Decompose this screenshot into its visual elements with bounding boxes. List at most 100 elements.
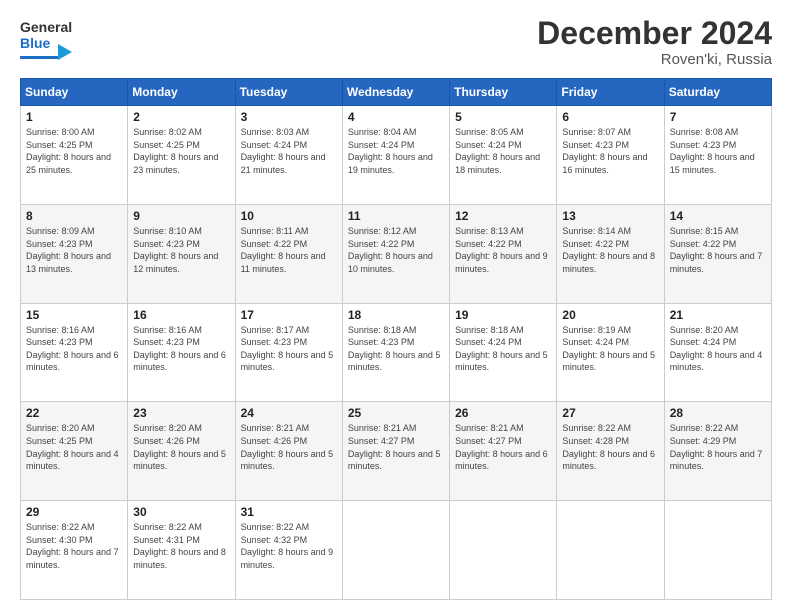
calendar-header-row: Sunday Monday Tuesday Wednesday Thursday… <box>21 79 772 106</box>
cell-sun-info: Sunrise: 8:12 AMSunset: 4:22 PMDaylight:… <box>348 225 444 275</box>
day-number: 8 <box>26 209 122 223</box>
col-tuesday: Tuesday <box>235 79 342 106</box>
table-row: 23Sunrise: 8:20 AMSunset: 4:26 PMDayligh… <box>128 402 235 501</box>
cell-sun-info: Sunrise: 8:22 AMSunset: 4:30 PMDaylight:… <box>26 521 122 571</box>
cell-sun-info: Sunrise: 8:00 AMSunset: 4:25 PMDaylight:… <box>26 126 122 176</box>
cell-sun-info: Sunrise: 8:08 AMSunset: 4:23 PMDaylight:… <box>670 126 766 176</box>
cell-sun-info: Sunrise: 8:07 AMSunset: 4:23 PMDaylight:… <box>562 126 658 176</box>
cell-sun-info: Sunrise: 8:16 AMSunset: 4:23 PMDaylight:… <box>26 324 122 374</box>
table-row: 31 Sunrise: 8:22 AMSunset: 4:32 PMDayligh… <box>235 501 342 600</box>
day-number: 11 <box>348 209 444 223</box>
day-number: 31 <box>241 505 337 519</box>
col-wednesday: Wednesday <box>342 79 449 106</box>
day-number: 7 <box>670 110 766 124</box>
day-number: 30 <box>133 505 229 519</box>
calendar-week-row: 22Sunrise: 8:20 AMSunset: 4:25 PMDayligh… <box>21 402 772 501</box>
table-row: 3Sunrise: 8:03 AMSunset: 4:24 PMDaylight… <box>235 106 342 205</box>
col-monday: Monday <box>128 79 235 106</box>
day-number: 27 <box>562 406 658 420</box>
title-section: December 2024 Roven'ki, Russia <box>537 16 772 68</box>
calendar-table: Sunday Monday Tuesday Wednesday Thursday… <box>20 78 772 600</box>
day-number: 19 <box>455 308 551 322</box>
cell-sun-info: Sunrise: 8:21 AMSunset: 4:27 PMDaylight:… <box>455 422 551 472</box>
cell-sun-info: Sunrise: 8:03 AMSunset: 4:24 PMDaylight:… <box>241 126 337 176</box>
day-number: 28 <box>670 406 766 420</box>
svg-text:Blue: Blue <box>20 35 51 51</box>
table-row: 21 Sunrise: 8:20 AMSunset: 4:24 PMDayligh… <box>664 303 771 402</box>
table-row: 9Sunrise: 8:10 AMSunset: 4:23 PMDaylight… <box>128 204 235 303</box>
table-row: 26 Sunrise: 8:21 AMSunset: 4:27 PMDayligh… <box>450 402 557 501</box>
cell-sun-info: Sunrise: 8:22 AMSunset: 4:32 PMDaylight:… <box>241 521 337 571</box>
cell-sun-info: Sunrise: 8:21 AMSunset: 4:26 PMDaylight:… <box>241 422 337 472</box>
month-title: December 2024 <box>537 16 772 51</box>
cell-sun-info: Sunrise: 8:19 AMSunset: 4:24 PMDaylight:… <box>562 324 658 374</box>
table-row: 4Sunrise: 8:04 AMSunset: 4:24 PMDaylight… <box>342 106 449 205</box>
day-number: 29 <box>26 505 122 519</box>
cell-sun-info: Sunrise: 8:02 AMSunset: 4:25 PMDaylight:… <box>133 126 229 176</box>
table-row: 19 Sunrise: 8:18 AMSunset: 4:24 PMDayligh… <box>450 303 557 402</box>
cell-sun-info: Sunrise: 8:22 AMSunset: 4:28 PMDaylight:… <box>562 422 658 472</box>
table-row: 2 Sunrise: 8:02 AMSunset: 4:25 PMDaylight… <box>128 106 235 205</box>
day-number: 10 <box>241 209 337 223</box>
cell-sun-info: Sunrise: 8:22 AMSunset: 4:31 PMDaylight:… <box>133 521 229 571</box>
table-row: 24 Sunrise: 8:21 AMSunset: 4:26 PMDayligh… <box>235 402 342 501</box>
table-row: 7 Sunrise: 8:08 AMSunset: 4:23 PMDaylight… <box>664 106 771 205</box>
table-row: 14Sunrise: 8:15 AMSunset: 4:22 PMDayligh… <box>664 204 771 303</box>
location: Roven'ki, Russia <box>537 51 772 68</box>
cell-sun-info: Sunrise: 8:18 AMSunset: 4:24 PMDaylight:… <box>455 324 551 374</box>
table-row: 20 Sunrise: 8:19 AMSunset: 4:24 PMDayligh… <box>557 303 664 402</box>
table-row: 27 Sunrise: 8:22 AMSunset: 4:28 PMDayligh… <box>557 402 664 501</box>
calendar-week-row: 8 Sunrise: 8:09 AMSunset: 4:23 PMDaylight… <box>21 204 772 303</box>
cell-sun-info: Sunrise: 8:10 AMSunset: 4:23 PMDaylight:… <box>133 225 229 275</box>
col-thursday: Thursday <box>450 79 557 106</box>
cell-sun-info: Sunrise: 8:20 AMSunset: 4:26 PMDaylight:… <box>133 422 229 472</box>
table-row: 25Sunrise: 8:21 AMSunset: 4:27 PMDayligh… <box>342 402 449 501</box>
day-number: 21 <box>670 308 766 322</box>
day-number: 1 <box>26 110 122 124</box>
calendar-week-row: 15 Sunrise: 8:16 AMSunset: 4:23 PMDayligh… <box>21 303 772 402</box>
cell-sun-info: Sunrise: 8:20 AMSunset: 4:24 PMDaylight:… <box>670 324 766 374</box>
cell-sun-info: Sunrise: 8:05 AMSunset: 4:24 PMDaylight:… <box>455 126 551 176</box>
cell-sun-info: Sunrise: 8:16 AMSunset: 4:23 PMDaylight:… <box>133 324 229 374</box>
cell-sun-info: Sunrise: 8:09 AMSunset: 4:23 PMDaylight:… <box>26 225 122 275</box>
table-row: 29 Sunrise: 8:22 AMSunset: 4:30 PMDayligh… <box>21 501 128 600</box>
table-row: 11 Sunrise: 8:12 AMSunset: 4:22 PMDayligh… <box>342 204 449 303</box>
col-saturday: Saturday <box>664 79 771 106</box>
day-number: 5 <box>455 110 551 124</box>
day-number: 25 <box>348 406 444 420</box>
table-row: 17Sunrise: 8:17 AMSunset: 4:23 PMDayligh… <box>235 303 342 402</box>
col-sunday: Sunday <box>21 79 128 106</box>
table-row: 10 Sunrise: 8:11 AMSunset: 4:22 PMDayligh… <box>235 204 342 303</box>
day-number: 2 <box>133 110 229 124</box>
table-row: 18 Sunrise: 8:18 AMSunset: 4:23 PMDayligh… <box>342 303 449 402</box>
cell-sun-info: Sunrise: 8:22 AMSunset: 4:29 PMDaylight:… <box>670 422 766 472</box>
day-number: 12 <box>455 209 551 223</box>
day-number: 15 <box>26 308 122 322</box>
page: General Blue December 2024 Roven'ki, Rus… <box>0 0 792 612</box>
header: General Blue December 2024 Roven'ki, Rus… <box>20 16 772 68</box>
cell-sun-info: Sunrise: 8:11 AMSunset: 4:22 PMDaylight:… <box>241 225 337 275</box>
table-row <box>664 501 771 600</box>
day-number: 18 <box>348 308 444 322</box>
day-number: 26 <box>455 406 551 420</box>
table-row <box>557 501 664 600</box>
table-row: 12 Sunrise: 8:13 AMSunset: 4:22 PMDayligh… <box>450 204 557 303</box>
day-number: 24 <box>241 406 337 420</box>
cell-sun-info: Sunrise: 8:18 AMSunset: 4:23 PMDaylight:… <box>348 324 444 374</box>
table-row: 13Sunrise: 8:14 AMSunset: 4:22 PMDayligh… <box>557 204 664 303</box>
svg-text:General: General <box>20 19 72 35</box>
cell-sun-info: Sunrise: 8:14 AMSunset: 4:22 PMDaylight:… <box>562 225 658 275</box>
day-number: 14 <box>670 209 766 223</box>
day-number: 4 <box>348 110 444 124</box>
day-number: 16 <box>133 308 229 322</box>
calendar-week-row: 29 Sunrise: 8:22 AMSunset: 4:30 PMDayligh… <box>21 501 772 600</box>
cell-sun-info: Sunrise: 8:20 AMSunset: 4:25 PMDaylight:… <box>26 422 122 472</box>
logo: General Blue <box>20 16 72 60</box>
col-friday: Friday <box>557 79 664 106</box>
table-row: 28 Sunrise: 8:22 AMSunset: 4:29 PMDayligh… <box>664 402 771 501</box>
cell-sun-info: Sunrise: 8:13 AMSunset: 4:22 PMDaylight:… <box>455 225 551 275</box>
table-row: 16 Sunrise: 8:16 AMSunset: 4:23 PMDayligh… <box>128 303 235 402</box>
table-row: 5 Sunrise: 8:05 AMSunset: 4:24 PMDaylight… <box>450 106 557 205</box>
day-number: 20 <box>562 308 658 322</box>
day-number: 6 <box>562 110 658 124</box>
